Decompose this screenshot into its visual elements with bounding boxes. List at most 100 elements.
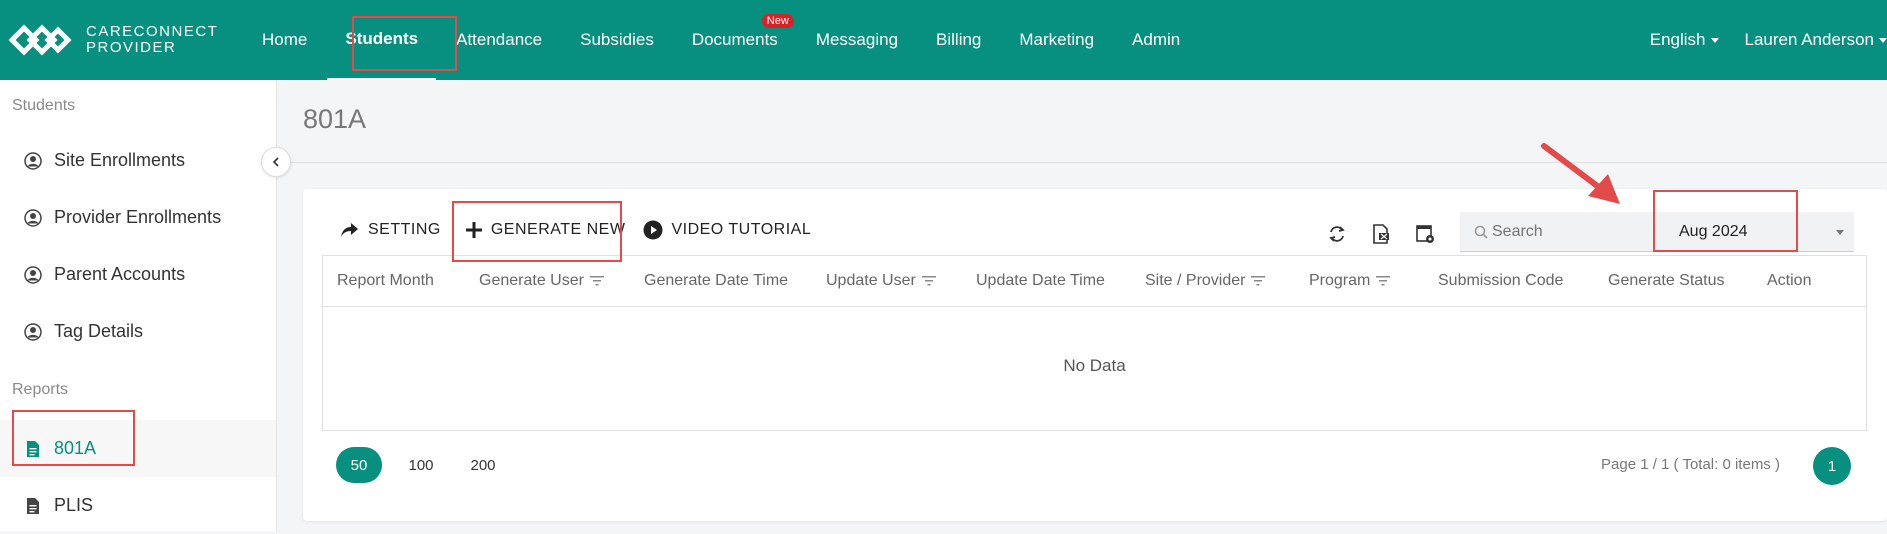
nav-messaging[interactable]: Messaging (816, 0, 898, 80)
search-input[interactable] (1492, 223, 1652, 241)
filter-icon[interactable] (1376, 275, 1390, 287)
generate-new-button[interactable]: GENERATE NEW (465, 221, 626, 239)
user-circle-icon (24, 209, 42, 227)
column-header-label: Site / Provider (1145, 272, 1245, 290)
user-circle-icon (24, 152, 42, 170)
language-dropdown[interactable]: English (1650, 30, 1719, 50)
column-header-label: Update User (826, 272, 916, 290)
video-tutorial-label: VIDEO TUTORIAL (671, 221, 811, 239)
divider (278, 162, 1887, 163)
empty-state-text: No Data (323, 356, 1866, 376)
setting-button[interactable]: SETTING (340, 221, 441, 239)
page-size-selector: 50 100 200 (336, 447, 522, 483)
chevron-left-icon (271, 157, 281, 167)
brand-logo[interactable]: CARECONNECT PROVIDER (8, 22, 218, 58)
user-menu-dropdown[interactable]: Lauren Anderson (1745, 30, 1887, 50)
video-tutorial-button[interactable]: VIDEO TUTORIAL (643, 220, 811, 240)
filter-icon[interactable] (1251, 275, 1265, 287)
column-header-label: Program (1309, 272, 1370, 290)
report-month-value: Aug 2024 (1679, 223, 1748, 241)
column-header-submission-code[interactable]: Submission Code (1438, 272, 1563, 290)
column-settings-button[interactable] (1413, 222, 1437, 246)
column-header-program[interactable]: Program (1309, 272, 1390, 290)
report-table: Report Month Generate User Generate Date… (322, 255, 1867, 431)
user-circle-icon (24, 266, 42, 284)
nav-billing[interactable]: Billing (936, 0, 981, 80)
page-size-200[interactable]: 200 (460, 447, 506, 483)
nav-subsidies[interactable]: Subsidies (580, 0, 654, 80)
report-month-select[interactable]: Aug 2024 (1665, 212, 1854, 252)
column-header-generate-status[interactable]: Generate Status (1608, 272, 1725, 290)
nav-documents-label: Documents (692, 30, 778, 50)
sidebar: Students Site Enrollments Provider Enrol… (0, 80, 277, 531)
document-icon (24, 440, 42, 458)
nav-attendance[interactable]: Attendance (456, 0, 542, 80)
document-icon (24, 497, 42, 515)
share-arrow-icon (340, 221, 360, 239)
annotation-arrow-icon (1538, 140, 1628, 210)
table-settings-icon (1415, 224, 1435, 244)
plus-icon (465, 221, 483, 239)
excel-export-icon (1371, 224, 1391, 244)
sidebar-item-label: Provider Enrollments (54, 207, 221, 228)
nav-right-area: English Lauren Anderson (1624, 0, 1887, 80)
chevron-down-icon (1711, 38, 1719, 43)
sidebar-item-parent-accounts[interactable]: Parent Accounts (0, 246, 276, 303)
careconnect-logo-icon (8, 22, 74, 58)
column-header-update-date-time[interactable]: Update Date Time (976, 272, 1105, 290)
column-header-label: Submission Code (1438, 272, 1563, 290)
filter-icon[interactable] (922, 275, 936, 287)
report-toolbar: SETTING GENERATE NEW VIDEO TUTORIAL (340, 220, 831, 240)
filter-icon[interactable] (590, 275, 604, 287)
sidebar-item-label: 801A (54, 438, 96, 459)
page-title: 801A (303, 104, 366, 135)
brand-line-2: PROVIDER (86, 40, 218, 56)
export-excel-button[interactable] (1369, 222, 1393, 246)
sidebar-item-plis[interactable]: PLIS (0, 477, 276, 534)
nav-students[interactable]: Students (327, 0, 436, 80)
setting-label: SETTING (368, 221, 441, 239)
nav-home[interactable]: Home (262, 0, 307, 80)
sidebar-item-tag-details[interactable]: Tag Details (0, 303, 276, 360)
brand-name: CARECONNECT PROVIDER (86, 24, 218, 56)
sidebar-item-label: Site Enrollments (54, 150, 185, 171)
chevron-down-icon (1879, 38, 1887, 43)
column-header-update-user[interactable]: Update User (826, 272, 936, 290)
page-size-50[interactable]: 50 (336, 447, 382, 483)
column-header-site-provider[interactable]: Site / Provider (1145, 272, 1265, 290)
column-header-generate-date-time[interactable]: Generate Date Time (644, 272, 788, 290)
search-field[interactable] (1460, 212, 1665, 252)
nav-admin[interactable]: Admin (1132, 0, 1180, 80)
language-label: English (1650, 30, 1706, 50)
collapse-sidebar-button[interactable] (261, 147, 291, 177)
column-header-label: Report Month (337, 272, 434, 290)
brand-line-1: CARECONNECT (86, 24, 218, 40)
nav-documents[interactable]: Documents New (692, 0, 778, 80)
table-header-row: Report Month Generate User Generate Date… (323, 256, 1866, 307)
column-header-label: Update Date Time (976, 272, 1105, 290)
page-button-current[interactable]: 1 (1813, 447, 1851, 485)
user-name: Lauren Anderson (1745, 30, 1875, 50)
refresh-icon (1327, 224, 1347, 244)
sidebar-item-label: Parent Accounts (54, 264, 185, 285)
column-header-label: Generate Status (1608, 272, 1725, 290)
user-circle-icon (24, 323, 42, 341)
new-badge: New (762, 14, 794, 28)
nav-marketing[interactable]: Marketing (1019, 0, 1094, 80)
column-header-report-month[interactable]: Report Month (337, 272, 434, 290)
sidebar-item-provider-enrollments[interactable]: Provider Enrollments (0, 189, 276, 246)
generate-new-label: GENERATE NEW (491, 221, 626, 239)
search-icon (1474, 225, 1488, 239)
column-header-label: Action (1767, 272, 1811, 290)
sidebar-section-reports: Reports (0, 360, 276, 420)
sidebar-item-801a[interactable]: 801A (0, 420, 276, 477)
sidebar-section-students: Students (0, 80, 276, 132)
refresh-button[interactable] (1325, 222, 1349, 246)
chevron-down-icon (1836, 230, 1844, 235)
main-nav: Home Students Attendance Subsidies Docum… (262, 0, 1218, 80)
sidebar-item-site-enrollments[interactable]: Site Enrollments (0, 132, 276, 189)
column-header-label: Generate Date Time (644, 272, 788, 290)
column-header-generate-user[interactable]: Generate User (479, 272, 604, 290)
page-size-100[interactable]: 100 (398, 447, 444, 483)
sidebar-item-label: PLIS (54, 495, 93, 516)
